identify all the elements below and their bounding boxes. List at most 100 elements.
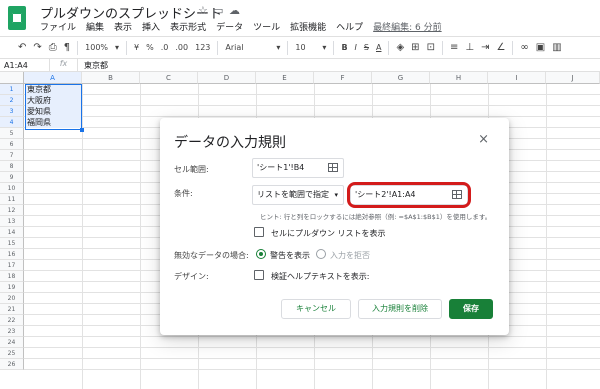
bold-button[interactable]: B [341,43,347,52]
save-button[interactable]: 保存 [449,299,493,319]
row-header[interactable]: 10 [0,183,24,194]
data-validation-dialog: データの入力規則 × セル範囲: 'シート1'!B4 条件: リストを範囲で指定… [160,118,509,335]
strikethrough-button[interactable]: S [364,43,369,52]
row-header[interactable]: 11 [0,194,24,205]
chart-icon[interactable]: ▥ [552,42,561,53]
row-header[interactable]: 24 [0,337,24,348]
row-header[interactable]: 2 [0,95,24,106]
name-box[interactable]: A1:A4 [0,59,50,71]
fx-icon: fx [50,59,78,71]
link-icon[interactable]: ∞ [520,42,528,53]
last-edit-link[interactable]: 最終編集: 6 分前 [373,20,441,33]
zoom-select[interactable]: 100% [85,43,108,52]
row-header[interactable]: 14 [0,227,24,238]
cancel-button[interactable]: キャンセル [281,299,351,319]
gridline [24,347,600,348]
row-header[interactable]: 12 [0,205,24,216]
font-select[interactable]: Arial [225,43,269,52]
column-header[interactable]: B [82,72,140,84]
show-dropdown-checkbox[interactable] [254,227,264,237]
menu-data[interactable]: データ [216,20,243,33]
folder-icon[interactable]: ▭ [213,4,223,17]
menu-insert[interactable]: 挿入 [142,20,160,33]
remove-validation-button[interactable]: 入力規則を削除 [358,299,442,319]
help-text-checkbox[interactable] [254,270,264,280]
menu-edit[interactable]: 編集 [86,20,104,33]
range-input[interactable]: 'シート1'!B4 [252,158,344,178]
row-header[interactable]: 18 [0,271,24,282]
menu-bar: ファイル 編集 表示 挿入 表示形式 データ ツール 拡張機能 ヘルプ 最終編集… [40,20,442,33]
menu-file[interactable]: ファイル [40,20,76,33]
row-header[interactable]: 8 [0,161,24,172]
font-size-select[interactable]: 10 [295,43,315,52]
column-header[interactable]: C [140,72,198,84]
column-header[interactable]: I [488,72,546,84]
row-header[interactable]: 19 [0,282,24,293]
row-header[interactable]: 17 [0,260,24,271]
text-color-button[interactable]: A [376,43,381,52]
fill-handle[interactable] [80,128,84,132]
close-icon[interactable]: × [478,132,489,147]
select-range-icon[interactable] [328,163,338,172]
column-header[interactable]: E [256,72,314,84]
merge-cells-icon[interactable]: ⊡ [427,42,435,53]
column-header[interactable]: H [430,72,488,84]
column-header[interactable]: D [198,72,256,84]
text-wrap-icon[interactable]: ⇥ [481,42,489,53]
chevron-down-icon[interactable]: ▾ [276,43,280,52]
warning-radio[interactable] [256,249,266,259]
column-header[interactable]: A [24,72,82,84]
row-header[interactable]: 26 [0,359,24,370]
menu-extensions[interactable]: 拡張機能 [290,20,326,33]
undo-icon[interactable]: ↶ [18,42,26,53]
currency-button[interactable]: ¥ [134,43,139,52]
decimal-decrease-button[interactable]: .0 [161,43,169,52]
row-header[interactable]: 9 [0,172,24,183]
row-header[interactable]: 7 [0,150,24,161]
fill-color-icon[interactable]: ◈ [396,42,404,53]
row-header[interactable]: 15 [0,238,24,249]
borders-icon[interactable]: ⊞ [411,42,419,53]
row-header[interactable]: 6 [0,139,24,150]
align-vertical-icon[interactable]: ⊥ [465,42,474,53]
comment-icon[interactable]: ▣ [536,42,545,53]
column-header[interactable]: F [314,72,372,84]
toolbar: ↶ ↷ ⎙ ¶ 100% ▾ ¥ % .0 .00 123 Arial ▾ 10… [0,36,600,58]
criteria-type-select[interactable]: リストを範囲で指定 ▾ [252,185,344,205]
chevron-down-icon[interactable]: ▾ [322,43,326,52]
formula-input[interactable]: 東京都 [78,60,108,71]
row-header[interactable]: 4 [0,117,24,128]
menu-help[interactable]: ヘルプ [336,20,363,33]
row-header[interactable]: 3 [0,106,24,117]
column-header[interactable]: J [546,72,600,84]
italic-button[interactable]: I [355,43,357,52]
paint-format-icon[interactable]: ¶ [64,42,70,53]
row-header[interactable]: 23 [0,326,24,337]
reject-radio[interactable] [316,249,326,259]
number-format-button[interactable]: 123 [195,43,210,52]
decimal-increase-button[interactable]: .00 [175,43,188,52]
row-header[interactable]: 22 [0,315,24,326]
text-rotate-icon[interactable]: ∠ [496,42,505,53]
row-header[interactable]: 25 [0,348,24,359]
menu-tools[interactable]: ツール [253,20,280,33]
align-horizontal-icon[interactable]: ≡ [450,42,458,53]
row-header[interactable]: 16 [0,249,24,260]
row-header[interactable]: 5 [0,128,24,139]
percent-button[interactable]: % [146,43,154,52]
row-header[interactable]: 13 [0,216,24,227]
menu-format[interactable]: 表示形式 [170,20,206,33]
row-header[interactable]: 1 [0,84,24,95]
gridline [24,358,600,359]
cloud-icon[interactable]: ☁ [229,4,240,17]
chevron-down-icon[interactable]: ▾ [115,43,119,52]
row-header[interactable]: 20 [0,293,24,304]
column-header[interactable]: G [372,72,430,84]
row-header[interactable]: 21 [0,304,24,315]
sheets-logo-icon[interactable] [8,6,26,30]
star-icon[interactable]: ☆ [198,4,208,17]
select-all-corner[interactable] [0,72,24,84]
menu-view[interactable]: 表示 [114,20,132,33]
print-icon[interactable]: ⎙ [49,42,57,53]
redo-icon[interactable]: ↷ [33,42,41,53]
